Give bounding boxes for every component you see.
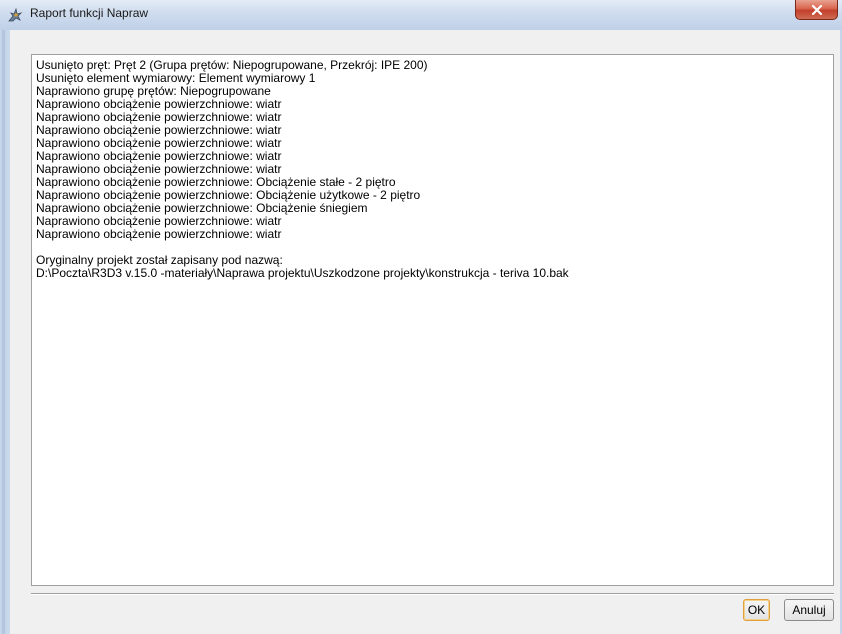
ok-button[interactable]: OK <box>743 599 770 621</box>
title-bar[interactable]: Raport funkcji Napraw <box>0 0 842 30</box>
report-line: Naprawiono obciążenie powierzchniowe: wi… <box>36 227 282 241</box>
dialog-client-area: Usunięto pręt: Pręt 2 (Grupa prętów: Nie… <box>10 30 840 634</box>
window-frame-left <box>0 30 7 634</box>
close-button[interactable] <box>795 0 838 20</box>
report-line: D:\Poczta\R3D3 v.15.0 -materiały\Naprawa… <box>36 266 569 280</box>
button-separator <box>31 593 834 595</box>
report-dialog-window: Raport funkcji Napraw Usunięto pręt: Prę… <box>0 0 842 634</box>
cancel-button[interactable]: Anuluj <box>784 599 834 621</box>
report-text-area[interactable]: Usunięto pręt: Pręt 2 (Grupa prętów: Nie… <box>31 54 834 586</box>
robot-app-icon <box>7 7 23 23</box>
window-title: Raport funkcji Napraw <box>30 6 149 20</box>
close-icon <box>811 0 823 19</box>
